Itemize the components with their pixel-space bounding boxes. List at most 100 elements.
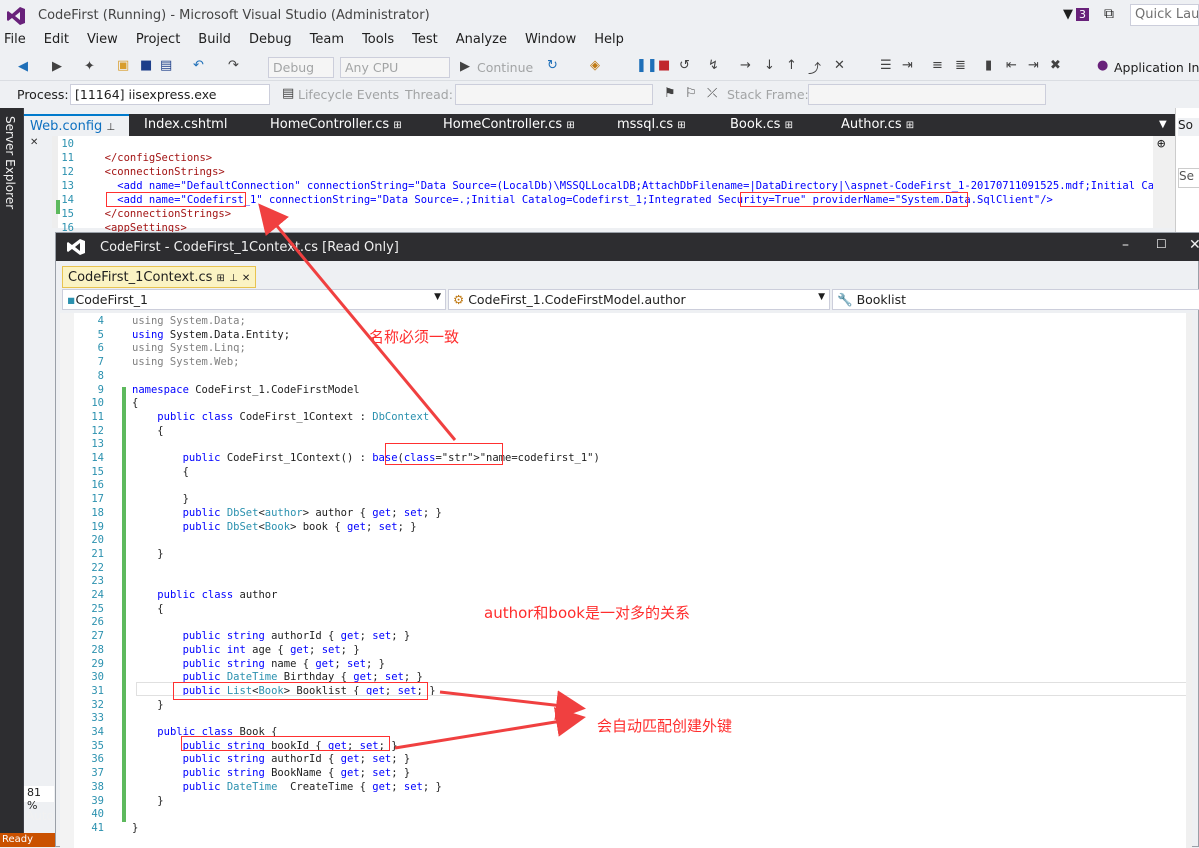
webconfig-editor[interactable]: 10 11 12 13 14 15 16 </configSections> <…: [52, 136, 1175, 234]
menu-file[interactable]: File: [4, 32, 26, 47]
browser-link-icon[interactable]: ◈: [590, 58, 600, 73]
pin-icon[interactable]: ⊥: [229, 273, 238, 284]
indent-icon[interactable]: ⇥: [902, 58, 913, 73]
code-editor[interactable]: 4 using System.Data; 5 using System.Data.En…: [60, 313, 1192, 848]
minimize-icon[interactable]: –: [1122, 237, 1129, 253]
filter-icon[interactable]: ▼: [1063, 7, 1073, 22]
server-explorer-tab[interactable]: Server Explorer: [3, 116, 17, 209]
line-number: 26: [91, 616, 104, 629]
prev-bookmark-icon[interactable]: ⇤: [1006, 58, 1017, 73]
menu-build[interactable]: Build: [198, 32, 231, 47]
zoom-level[interactable]: 81 %: [24, 786, 54, 812]
tab-index-cshtml[interactable]: Index.cshtml: [138, 114, 248, 136]
menu-view[interactable]: View: [87, 32, 118, 47]
line-number: 16: [91, 479, 104, 492]
tab-web-config[interactable]: Web.config ⊥ ✕: [24, 114, 129, 148]
config-dropdown[interactable]: Debug: [268, 57, 334, 78]
code-line: <connectionStrings>: [92, 166, 225, 178]
step-out-icon[interactable]: ↑: [786, 58, 797, 73]
menu-test[interactable]: Test: [412, 32, 438, 47]
scrollbar[interactable]: [1186, 313, 1192, 848]
save-icon[interactable]: ■: [140, 58, 152, 73]
align-left-icon[interactable]: ☰: [880, 58, 892, 73]
member-dropdown[interactable]: 🔧 Booklist: [832, 289, 1199, 310]
open-file-icon[interactable]: ▣: [117, 58, 129, 73]
flag-threads-icon[interactable]: ⚑: [664, 86, 676, 101]
feedback-icon[interactable]: ⧉: [1104, 6, 1114, 22]
process-dropdown[interactable]: [11164] iisexpress.exe: [70, 84, 270, 105]
menu-debug[interactable]: Debug: [249, 32, 292, 47]
save-all-icon[interactable]: ▤: [160, 58, 172, 73]
close-icon[interactable]: ✕: [242, 273, 250, 284]
uncomment-icon[interactable]: ≣: [955, 58, 966, 73]
stack-frame-dropdown[interactable]: [808, 84, 1046, 105]
annotation-relation: author和book是一对多的关系: [484, 604, 690, 622]
project-dropdown[interactable]: ▪CodeFirst_1 ▼: [62, 289, 446, 310]
menu-help[interactable]: Help: [594, 32, 624, 47]
pin-icon[interactable]: ⊥: [106, 122, 115, 133]
comment-icon[interactable]: ≡: [932, 58, 943, 73]
next-bookmark-icon[interactable]: ⇥: [1028, 58, 1039, 73]
member-name: Booklist: [856, 292, 907, 307]
maximize-icon[interactable]: ☐: [1156, 237, 1167, 251]
menu-tools[interactable]: Tools: [362, 32, 394, 47]
expand-callstack-icon[interactable]: ⤫: [707, 86, 717, 101]
refresh-icon[interactable]: ↻: [547, 58, 558, 73]
tab-book[interactable]: Book.cs ⊞: [724, 114, 824, 136]
exception-settings-icon[interactable]: ✕: [834, 58, 845, 73]
code-text: {: [132, 424, 164, 437]
menu-edit[interactable]: Edit: [44, 32, 69, 47]
split-icon[interactable]: ⊕: [1153, 136, 1165, 152]
back-icon[interactable]: ◀: [18, 59, 28, 74]
restart-icon[interactable]: ↺: [679, 58, 690, 73]
type-dropdown[interactable]: ⚙ CodeFirst_1.CodeFirstModel.author ▼: [448, 289, 830, 310]
tab-homecontroller-2[interactable]: HomeController.cs ⊞: [437, 114, 597, 136]
close-icon[interactable]: ✕: [30, 137, 38, 148]
forward-icon[interactable]: ▶: [52, 59, 62, 74]
code-row: 37 public string BookName { get; set; }: [60, 767, 1160, 781]
lifecycle-events-dropdown[interactable]: Lifecycle Events: [298, 87, 399, 102]
code-text: {: [132, 397, 139, 410]
tab-author[interactable]: Author.cs ⊞: [835, 114, 955, 136]
scrollbar[interactable]: ⊕: [1153, 136, 1175, 228]
menu-project[interactable]: Project: [136, 32, 180, 47]
filter-threads-icon[interactable]: ⚐: [685, 86, 697, 101]
continue-button[interactable]: Continue: [477, 60, 533, 75]
step-into-icon[interactable]: ↓: [764, 58, 775, 73]
close-window-icon[interactable]: ✕: [1189, 237, 1199, 253]
step-over-icon[interactable]: →: [740, 58, 751, 73]
menu-analyze[interactable]: Analyze: [456, 32, 507, 47]
provider-highlight-box: [740, 192, 968, 207]
continue-icon[interactable]: ▶: [460, 59, 470, 74]
stop-icon[interactable]: ■: [658, 58, 670, 73]
title-bar: CodeFirst (Running) - Microsoft Visual S…: [0, 0, 1199, 32]
tab-mssql[interactable]: mssql.cs ⊞: [611, 114, 711, 136]
code-text: }: [132, 794, 164, 807]
code-text: using System.Linq;: [132, 342, 246, 355]
thread-dropdown[interactable]: [455, 84, 653, 105]
clear-bookmarks-icon[interactable]: ✖: [1050, 58, 1061, 73]
menu-window[interactable]: Window: [525, 32, 576, 47]
bookmark-icon[interactable]: ▮: [985, 58, 992, 73]
project-name: CodeFirst_1: [75, 292, 148, 307]
show-next-statement-icon[interactable]: ↯: [708, 58, 719, 73]
lightbulb-icon[interactable]: ●: [1097, 58, 1108, 73]
tab-overflow-icon[interactable]: ▼: [1159, 119, 1167, 130]
redo-icon[interactable]: ↷: [228, 58, 239, 73]
solution-explorer-tab[interactable]: So: [1178, 118, 1199, 136]
undo-icon[interactable]: ↶: [193, 58, 204, 73]
tab-codefirst-context[interactable]: CodeFirst_1Context.cs ⊞ ⊥ ✕: [62, 266, 257, 288]
menu-team[interactable]: Team: [310, 32, 344, 47]
line-number: 10: [61, 138, 74, 150]
quick-launch-input[interactable]: Quick Laun: [1130, 4, 1199, 26]
lock-icon: ⊞: [216, 273, 225, 284]
autos-tab[interactable]: Auto: [24, 809, 54, 827]
solution-search[interactable]: Se: [1178, 168, 1199, 188]
app-insights-button[interactable]: Application Ins: [1114, 60, 1199, 75]
tab-homecontroller[interactable]: HomeController.cs ⊞: [264, 114, 424, 136]
pause-icon[interactable]: ❚❚: [636, 58, 658, 73]
notification-badge[interactable]: 3: [1076, 8, 1089, 21]
platform-dropdown[interactable]: Any CPU: [340, 57, 450, 78]
step-back-icon[interactable]: ⤴: [808, 58, 821, 77]
new-project-icon[interactable]: ✦: [84, 59, 95, 74]
